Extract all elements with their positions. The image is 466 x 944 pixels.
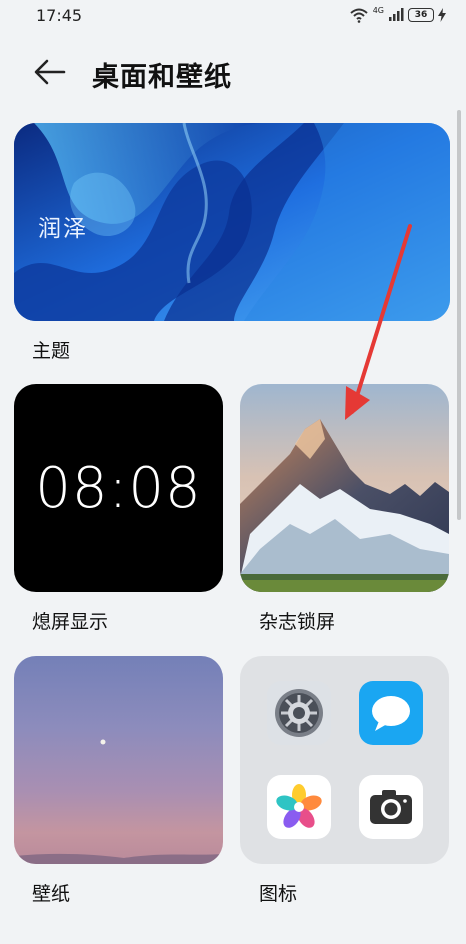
- charging-icon: [438, 8, 446, 22]
- gallery-flower-icon: [276, 784, 322, 828]
- wallpaper-card[interactable]: [14, 656, 223, 864]
- battery-icon: 36: [408, 8, 434, 22]
- aod-label: 熄屏显示: [32, 611, 109, 633]
- always-on-display-card[interactable]: 08:08: [14, 384, 223, 592]
- page-header: 桌面和壁纸: [0, 42, 466, 102]
- camera-icon: [370, 790, 412, 824]
- scrollbar[interactable]: [457, 110, 461, 520]
- wifi-icon: [350, 8, 368, 23]
- signal-icon: [389, 8, 404, 21]
- wallpaper-label: 壁纸: [32, 883, 71, 905]
- back-arrow-icon: [34, 59, 66, 85]
- messages-app-icon: [359, 681, 423, 745]
- icons-card[interactable]: [240, 656, 449, 864]
- theme-label: 主题: [32, 340, 71, 362]
- messages-icon: [372, 696, 410, 731]
- gallery-app-icon: [267, 775, 331, 839]
- mountain-preview-image: [240, 384, 449, 592]
- magazine-lockscreen-label: 杂志锁屏: [259, 611, 336, 633]
- settings-gear-icon: [275, 689, 323, 737]
- theme-name: 润泽: [38, 216, 88, 242]
- page-title: 桌面和壁纸: [92, 62, 232, 93]
- settings-app-icon: [267, 681, 331, 745]
- status-icons: 4G 36: [349, 5, 446, 23]
- status-time: 17:45: [36, 5, 83, 25]
- camera-app-icon: [359, 775, 423, 839]
- theme-card[interactable]: 润泽: [14, 123, 450, 321]
- wallpaper-preview-image: [14, 739, 223, 864]
- magazine-lockscreen-card[interactable]: [240, 384, 449, 592]
- battery-level: 36: [414, 9, 428, 20]
- aod-clock: 08:08: [35, 455, 202, 521]
- status-bar: 17:45 4G 36: [0, 0, 466, 30]
- network-type: 4G: [372, 5, 384, 15]
- icons-label: 图标: [259, 883, 298, 905]
- back-button[interactable]: [30, 54, 70, 90]
